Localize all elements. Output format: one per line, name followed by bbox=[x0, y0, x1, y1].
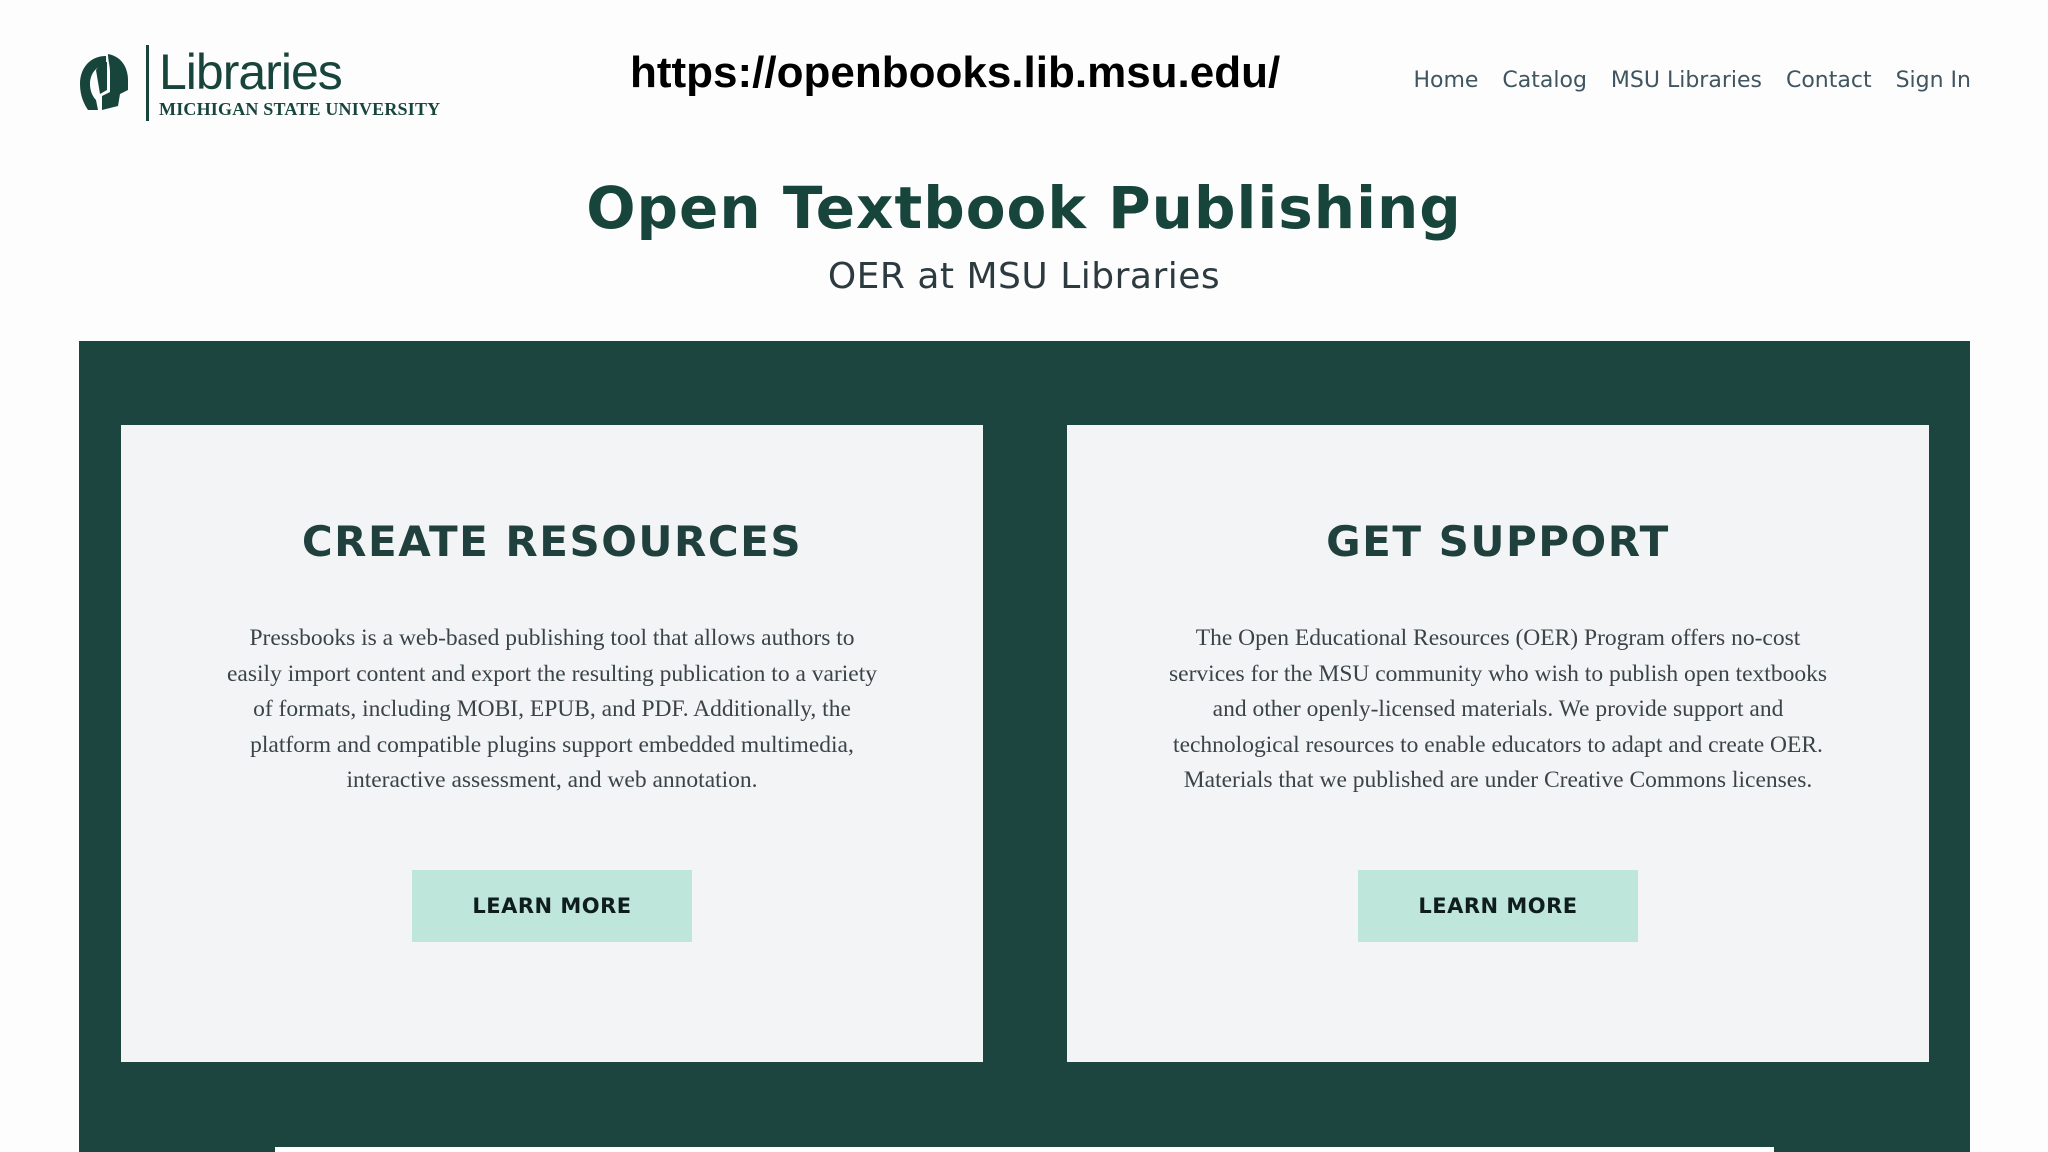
card-heading: CREATE RESOURCES bbox=[301, 517, 803, 566]
nav-home-link[interactable]: Home bbox=[1413, 68, 1478, 93]
band-bottom-strip bbox=[275, 1147, 1774, 1152]
nav-msu-libraries-link[interactable]: MSU Libraries bbox=[1611, 68, 1762, 93]
nav-catalog-link[interactable]: Catalog bbox=[1502, 68, 1587, 93]
page-title: Open Textbook Publishing bbox=[586, 174, 1462, 242]
nav-sign-in-link[interactable]: Sign In bbox=[1896, 68, 1971, 93]
page: Libraries MICHIGAN STATE UNIVERSITY http… bbox=[0, 0, 2048, 1152]
top-nav: Home Catalog MSU Libraries Contact Sign … bbox=[1389, 68, 1971, 93]
site-url: https://openbooks.lib.msu.edu/ bbox=[630, 48, 1281, 97]
card-heading: GET SUPPORT bbox=[1326, 517, 1670, 566]
card-body: Pressbooks is a web-based publishing too… bbox=[227, 625, 877, 793]
get-support-card: GET SUPPORT The Open Educational Resourc… bbox=[1067, 425, 1929, 1062]
logo-divider bbox=[146, 45, 149, 121]
logo-university-text: MICHIGAN STATE UNIVERSITY bbox=[159, 99, 441, 119]
page-subtitle: OER at MSU Libraries bbox=[827, 256, 1221, 297]
learn-more-button[interactable]: LEARN MORE bbox=[1358, 870, 1638, 942]
nav-contact-link[interactable]: Contact bbox=[1786, 68, 1872, 93]
logo-libraries-text: Libraries bbox=[159, 44, 343, 100]
card-body: The Open Educational Resources (OER) Pro… bbox=[1169, 625, 1827, 793]
create-resources-card: CREATE RESOURCES Pressbooks is a web-bas… bbox=[121, 425, 983, 1062]
learn-more-button[interactable]: LEARN MORE bbox=[412, 870, 692, 942]
spartan-helmet-icon bbox=[80, 54, 128, 110]
logo-wordmark: Libraries MICHIGAN STATE UNIVERSITY bbox=[159, 47, 440, 119]
msu-libraries-logo[interactable]: Libraries MICHIGAN STATE UNIVERSITY bbox=[76, 44, 440, 122]
